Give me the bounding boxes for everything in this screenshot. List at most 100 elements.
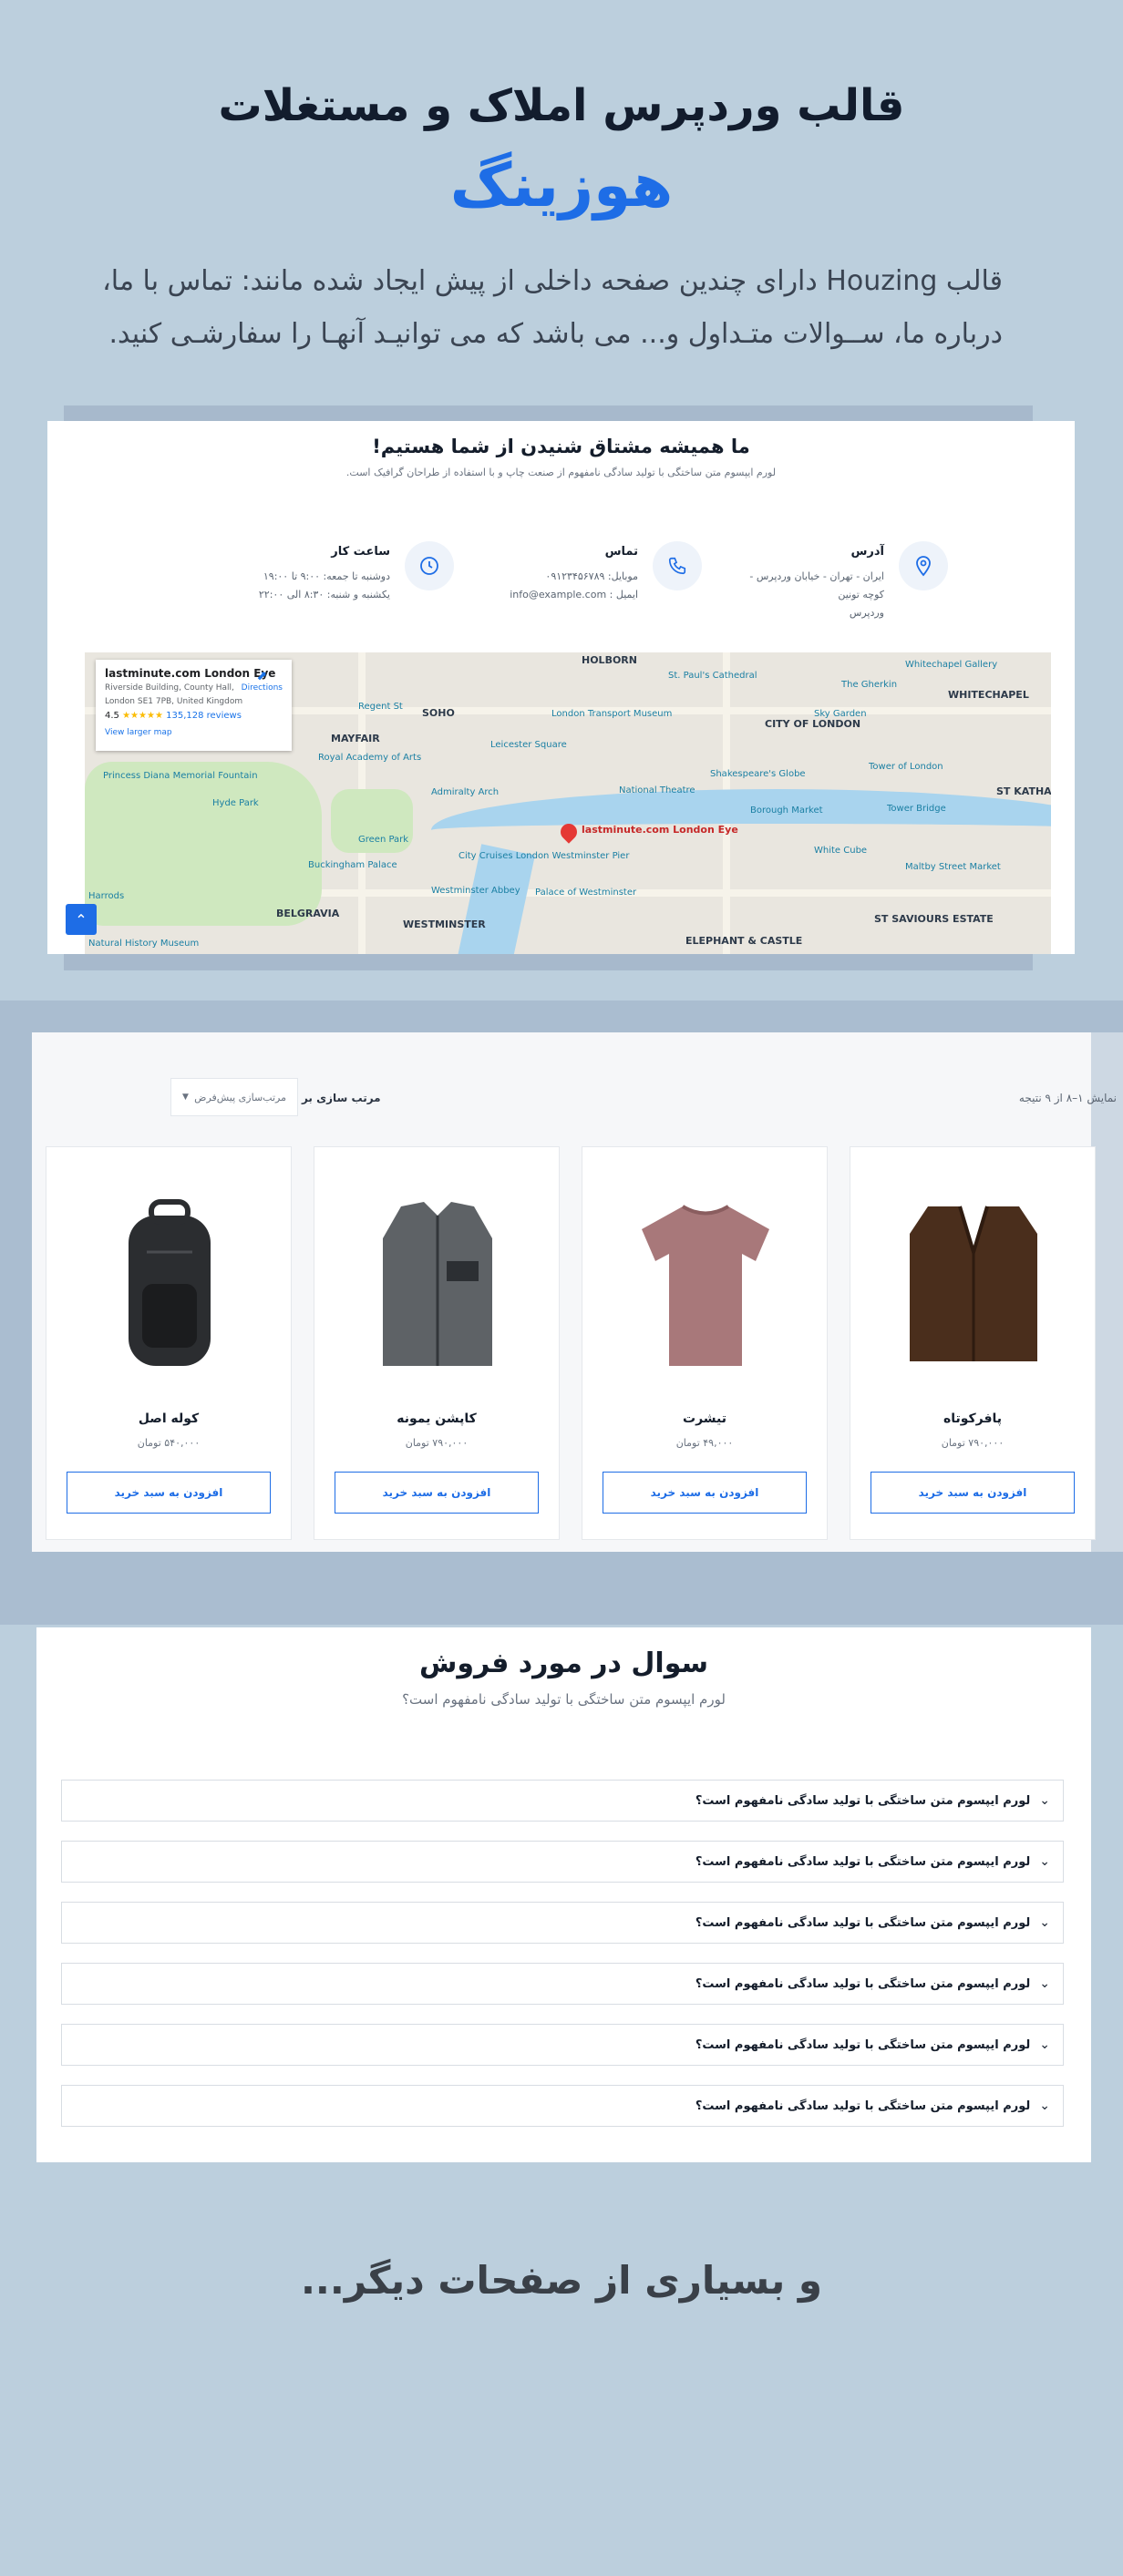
faq-section: سوال در مورد فروش لورم ایپسوم متن ساختگی… <box>36 1627 1091 2162</box>
product-name[interactable]: تیشرت <box>582 1411 827 1426</box>
map-label: ST KATHARINE'S & WAPPING <box>996 785 1051 797</box>
map-park <box>85 762 322 926</box>
hours-line: دوشنبه تا جمعه: ۹:۰۰ تا ۱۹:۰۰ <box>263 570 390 582</box>
faq-subtitle: لورم ایپسوم متن ساختگی با تولید سادگی نا… <box>402 1691 726 1708</box>
chevron-down-icon: ⌄ <box>1039 2037 1050 2052</box>
map-poi[interactable]: Tower of London <box>869 762 943 772</box>
map-poi[interactable]: Hyde Park <box>212 798 259 808</box>
map-poi[interactable]: Sky Garden <box>814 709 867 719</box>
reviews-link[interactable]: 135,128 reviews <box>166 711 242 721</box>
clock-icon <box>405 541 454 590</box>
product-card[interactable]: تیشرت ۴۹,۰۰۰ تومان افزودن به سبد خرید <box>582 1146 828 1540</box>
product-name[interactable]: کاپشن یمونه <box>314 1411 559 1426</box>
product-price: ۷۹۰,۰۰۰ تومان <box>405 1437 469 1449</box>
map-poi[interactable]: Princess Diana Memorial Fountain <box>103 771 258 781</box>
map-poi[interactable]: Westminster Abbey <box>431 886 520 896</box>
product-image-backpack <box>129 1199 211 1366</box>
phone-heading: تماس <box>604 545 638 559</box>
chevron-down-icon: ⌄ <box>1039 1793 1050 1808</box>
product-card[interactable]: کاپشن یمونه ۷۹۰,۰۰۰ تومان افزودن به سبد … <box>314 1146 560 1540</box>
rating-value: 4.5 <box>105 711 119 721</box>
map-marker-label[interactable]: lastminute.com London Eye <box>582 824 738 836</box>
product-name[interactable]: کوله اصل <box>46 1411 291 1426</box>
sort-select[interactable]: مرتب‌سازی پیش‌فرض ▼ <box>170 1078 298 1116</box>
map-poi[interactable]: Buckingham Palace <box>308 860 397 870</box>
map-label: HOLBORN <box>582 654 637 666</box>
map-poi[interactable]: City Cruises London Westminster Pier <box>458 851 629 861</box>
contact-phone: تماس موبایل: ۰۹۱۲۳۴۵۶۷۸۹ ایمیل : info@ex… <box>492 541 702 605</box>
faq-item[interactable]: ⌄ لورم ایپسوم متن ساختگی با تولید سادگی … <box>61 1963 1064 2005</box>
map-label: SOHO <box>422 707 455 719</box>
map-poi[interactable]: Royal Academy of Arts <box>318 753 421 763</box>
map-poi[interactable]: Harrods <box>88 891 124 901</box>
map-label: BELGRAVIA <box>276 908 340 919</box>
faq-item[interactable]: ⌄ لورم ایپسوم متن ساختگی با تولید سادگی … <box>61 2024 1064 2066</box>
contact-card: ما همیشه مشتاق شنیدن از شما هستیم! لورم … <box>47 421 1075 954</box>
chevron-down-icon: ⌄ <box>1039 2099 1050 2113</box>
faq-question: لورم ایپسوم متن ساختگی با تولید سادگی نا… <box>695 2037 1031 2052</box>
product-card[interactable]: پافرکوتاه ۷۹۰,۰۰۰ تومان افزودن به سبد خر… <box>850 1146 1096 1540</box>
chevron-down-icon: ▼ <box>182 1093 189 1102</box>
faq-item[interactable]: ⌄ لورم ایپسوم متن ساختگی با تولید سادگی … <box>61 1902 1064 1944</box>
product-name[interactable]: پافرکوتاه <box>850 1411 1095 1426</box>
map-poi[interactable]: National Theatre <box>619 785 695 795</box>
map-poi[interactable]: Palace of Westminster <box>535 888 636 898</box>
map-label: ELEPHANT & CASTLE <box>685 935 803 947</box>
add-to-cart-button[interactable]: افزودن به سبد خرید <box>603 1472 807 1514</box>
email-line[interactable]: ایمیل : info@example.com <box>492 586 638 604</box>
map-poi[interactable]: Admiralty Arch <box>431 787 499 797</box>
faq-item[interactable]: ⌄ لورم ایپسوم متن ساختگی با تولید سادگی … <box>61 2085 1064 2127</box>
faq-item[interactable]: ⌄ لورم ایپسوم متن ساختگی با تولید سادگی … <box>61 1841 1064 1883</box>
chevron-up-icon: ⌃ <box>75 910 88 929</box>
map-poi[interactable]: Maltby Street Market <box>905 862 1001 872</box>
add-to-cart-button[interactable]: افزودن به سبد خرید <box>67 1472 271 1514</box>
product-image-vest-gray <box>383 1202 492 1366</box>
google-map[interactable]: HOLBORN SOHO MAYFAIR CITY OF LONDON WHIT… <box>85 652 1051 954</box>
hours-heading: ساعت کار <box>331 545 390 559</box>
contact-title: ما همیشه مشتاق شنیدن از شما هستیم! <box>372 436 750 457</box>
map-label: WESTMINSTER <box>403 919 486 930</box>
chevron-down-icon: ⌄ <box>1039 1854 1050 1869</box>
hero-brand: هوزینگ <box>449 150 674 221</box>
map-poi[interactable]: Leicester Square <box>490 740 567 750</box>
scroll-top-button[interactable]: ⌃ <box>66 904 97 935</box>
map-label: CITY OF LONDON <box>765 718 861 730</box>
product-image-vest-brown <box>910 1206 1037 1361</box>
chevron-down-icon: ⌄ <box>1039 1915 1050 1930</box>
hero-title: قالب وردپرس املاک و مستغلات <box>218 80 905 131</box>
map-place-address: London SE1 7PB, United Kingdom <box>105 697 243 706</box>
directions-button[interactable]: ⬈ Directions <box>242 669 283 693</box>
contact-subtitle: لورم ایپسوم متن ساختگی با تولید سادگی نا… <box>345 467 777 478</box>
map-poi[interactable]: London Transport Museum <box>551 709 672 719</box>
map-place-rating: 4.5 ★★★★★ 135,128 reviews <box>105 711 283 721</box>
phone-icon <box>653 541 702 590</box>
add-to-cart-button[interactable]: افزودن به سبد خرید <box>871 1472 1075 1514</box>
larger-map-link[interactable]: View larger map <box>105 728 283 737</box>
directions-icon: ⬈ <box>256 669 268 683</box>
star-icons: ★★★★★ <box>122 711 163 721</box>
map-poi[interactable]: Tower Bridge <box>887 804 946 814</box>
map-place-card: lastminute.com London Eye Riverside Buil… <box>96 660 292 751</box>
more-pages-text: و بسیاری از صفحات دیگر... <box>300 2258 823 2303</box>
map-poi[interactable]: Whitechapel Gallery <box>905 660 997 670</box>
faq-question: لورم ایپسوم متن ساختگی با تولید سادگی نا… <box>695 1915 1031 1930</box>
product-card[interactable]: کوله اصل ۵۴۰,۰۰۰ تومان افزودن به سبد خری… <box>46 1146 292 1540</box>
faq-question: لورم ایپسوم متن ساختگی با تولید سادگی نا… <box>695 1793 1031 1808</box>
faq-item[interactable]: ⌄ لورم ایپسوم متن ساختگی با تولید سادگی … <box>61 1780 1064 1822</box>
map-poi[interactable]: The Gherkin <box>841 680 897 690</box>
add-to-cart-button[interactable]: افزودن به سبد خرید <box>335 1472 539 1514</box>
phone-line: موبایل: ۰۹۱۲۳۴۵۶۷۸۹ <box>545 570 638 582</box>
map-poi[interactable]: St. Paul's Cathedral <box>668 671 757 681</box>
map-poi[interactable]: White Cube <box>814 846 867 856</box>
product-price: ۴۹,۰۰۰ تومان <box>675 1437 734 1449</box>
address-line: وردپرس <box>849 607 884 619</box>
map-poi[interactable]: Borough Market <box>750 806 823 816</box>
contact-address: آدرس ایران - تهران - خیابان وردپرس - کوچ… <box>738 541 948 619</box>
map-poi[interactable]: Green Park <box>358 835 408 845</box>
map-poi[interactable]: Natural History Museum <box>88 939 199 949</box>
map-poi[interactable]: Shakespeare's Globe <box>710 769 806 779</box>
result-count: نمایش ۱–۸ از ۹ نتیجه <box>1018 1092 1117 1104</box>
map-poi[interactable]: Regent St <box>358 702 403 712</box>
contact-hours: ساعت کار دوشنبه تا جمعه: ۹:۰۰ تا ۱۹:۰۰ ی… <box>244 541 454 605</box>
chevron-down-icon: ⌄ <box>1039 1976 1050 1991</box>
